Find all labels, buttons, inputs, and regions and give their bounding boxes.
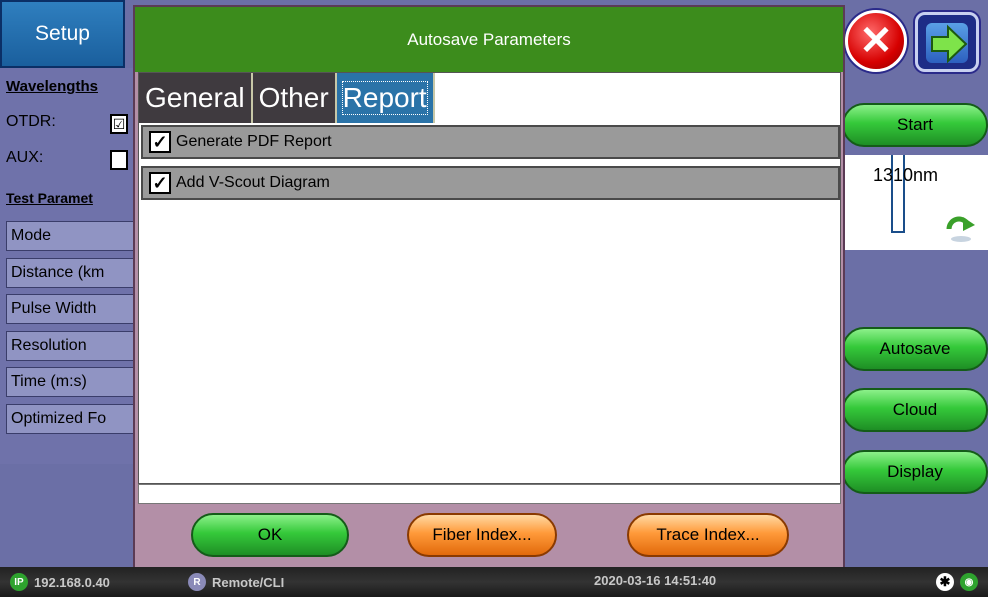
wavelengths-header: Wavelengths xyxy=(6,78,98,95)
mode-row[interactable]: Mode xyxy=(6,221,134,251)
remote-label: Remote/CLI xyxy=(212,574,285,590)
tab-report[interactable]: Report xyxy=(336,73,435,123)
bluetooth-icon: ✱ xyxy=(936,573,954,591)
wavelength-panel: 1310nm xyxy=(845,155,988,250)
fiber-index-button[interactable]: Fiber Index... xyxy=(407,513,557,557)
test-parameters-header: Test Paramet xyxy=(6,190,93,206)
next-button[interactable] xyxy=(915,12,979,72)
ip-badge: IP xyxy=(10,573,28,591)
left-panel: Wavelengths OTDR: ☑ AUX: Test Paramet Mo… xyxy=(0,68,136,464)
aux-checkbox[interactable] xyxy=(110,150,128,170)
otdr-label: OTDR: xyxy=(6,113,56,130)
add-vscout-checkbox[interactable]: ✓ xyxy=(149,172,171,194)
tab-other[interactable]: Other xyxy=(252,73,337,123)
aux-label: AUX: xyxy=(6,149,44,166)
ok-button[interactable]: OK xyxy=(191,513,349,557)
remote-indicator: R Remote/CLI xyxy=(188,573,284,591)
arrow-right-icon xyxy=(931,24,968,64)
ip-indicator: IP 192.168.0.40 xyxy=(10,573,110,591)
generate-pdf-checkbox[interactable]: ✓ xyxy=(149,131,171,153)
display-button[interactable]: Display xyxy=(842,450,988,494)
resolution-row[interactable]: Resolution xyxy=(6,331,134,361)
wifi-icon: ◉ xyxy=(960,573,978,591)
dialog-body: General Other Report ✓ Generate PDF Repo… xyxy=(138,72,841,484)
status-bar: IP 192.168.0.40 R Remote/CLI 2020-03-16 … xyxy=(0,567,988,597)
tab-general[interactable]: General xyxy=(139,73,253,123)
add-vscout-diagram-option[interactable]: ✓ Add V-Scout Diagram xyxy=(141,166,840,200)
autosave-button[interactable]: Autosave xyxy=(842,327,988,371)
generate-pdf-label: Generate PDF Report xyxy=(176,133,332,150)
trace-index-button[interactable]: Trace Index... xyxy=(627,513,789,557)
ip-address: 192.168.0.40 xyxy=(34,574,110,590)
autosave-dialog: Autosave Parameters General Other Report… xyxy=(133,5,845,571)
setup-tab[interactable]: Setup xyxy=(0,0,125,68)
pulse-width-row[interactable]: Pulse Width xyxy=(6,294,134,324)
close-icon: ✕ xyxy=(859,19,893,63)
distance-row[interactable]: Distance (km xyxy=(6,258,134,288)
generate-pdf-report-option[interactable]: ✓ Generate PDF Report xyxy=(141,125,840,159)
wavelength-label: 1310nm xyxy=(873,165,939,185)
time-row[interactable]: Time (m:s) xyxy=(6,367,134,397)
optimized-for-row[interactable]: Optimized Fo xyxy=(6,404,134,434)
refresh-icon[interactable] xyxy=(945,215,977,243)
close-button[interactable]: ✕ xyxy=(845,10,907,72)
otdr-checkbox[interactable]: ☑ xyxy=(110,114,128,134)
tab-bar: General Other Report xyxy=(139,73,435,123)
dialog-title: Autosave Parameters xyxy=(135,7,843,72)
start-button[interactable]: Start xyxy=(842,103,988,147)
datetime: 2020-03-16 14:51:40 xyxy=(594,573,717,588)
dialog-footer-strip xyxy=(138,484,841,504)
add-vscout-label: Add V-Scout Diagram xyxy=(176,174,330,191)
cloud-button[interactable]: Cloud xyxy=(842,388,988,432)
remote-badge: R xyxy=(188,573,206,591)
status-icons: ✱ ◉ xyxy=(936,573,978,591)
